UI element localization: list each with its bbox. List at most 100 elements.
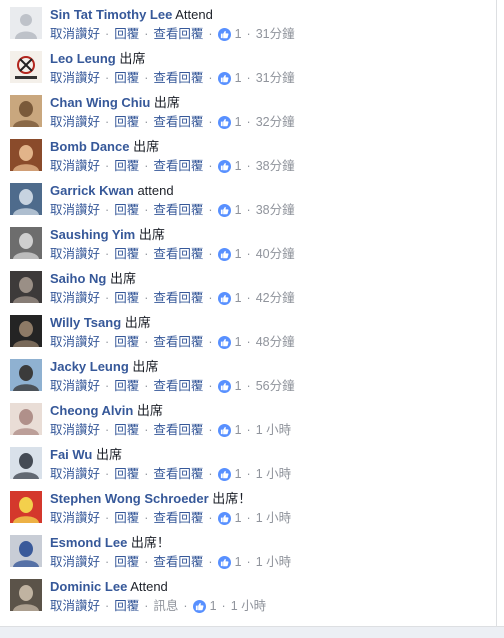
like-count-badge[interactable]: 1 [217,510,242,526]
comment-timestamp[interactable]: 1 小時 [256,422,291,438]
like-count-badge[interactable]: 1 [217,70,242,86]
like-count-badge[interactable]: 1 [217,422,242,438]
avatar[interactable] [10,579,42,611]
comment-author-link[interactable]: Willy Tsang [50,315,121,330]
view-replies-link[interactable]: 查看回覆 [153,70,203,86]
view-replies-link[interactable]: 查看回覆 [153,158,203,174]
comment-timestamp[interactable]: 1 小時 [256,554,291,570]
avatar[interactable] [10,359,42,391]
comment-author-link[interactable]: Esmond Lee [50,535,127,550]
avatar[interactable] [10,447,42,479]
unlike-link[interactable]: 取消讚好 [50,158,100,174]
comment-author-link[interactable]: Bomb Dance [50,139,129,154]
unlike-link[interactable]: 取消讚好 [50,202,100,218]
comment-author-link[interactable]: Saushing Yim [50,227,135,242]
reply-link[interactable]: 回覆 [114,114,139,130]
avatar[interactable] [10,51,42,83]
comment-timestamp[interactable]: 56分鐘 [256,378,295,394]
view-replies-link[interactable]: 查看回覆 [153,510,203,526]
comment-author-link[interactable]: Leo Leung [50,51,116,66]
comment-timestamp[interactable]: 1 小時 [256,466,291,482]
unlike-link[interactable]: 取消讚好 [50,70,100,86]
reply-link[interactable]: 回覆 [114,26,139,42]
like-count-badge[interactable]: 1 [217,158,242,174]
reply-link[interactable]: 回覆 [114,598,139,614]
view-replies-link[interactable]: 查看回覆 [153,26,203,42]
avatar[interactable] [10,183,42,215]
reply-link[interactable]: 回覆 [114,422,139,438]
view-replies-link[interactable]: 查看回覆 [153,202,203,218]
reply-link[interactable]: 回覆 [114,290,139,306]
reply-link[interactable]: 回覆 [114,378,139,394]
reply-link[interactable]: 回覆 [114,202,139,218]
view-replies-link[interactable]: 查看回覆 [153,334,203,350]
unlike-link[interactable]: 取消讚好 [50,26,100,42]
unlike-link[interactable]: 取消讚好 [50,334,100,350]
reply-link[interactable]: 回覆 [114,158,139,174]
view-replies-link[interactable]: 查看回覆 [153,290,203,306]
comment-author-link[interactable]: Chan Wing Chiu [50,95,150,110]
like-count-badge[interactable]: 1 [217,114,242,130]
comment-author-link[interactable]: Stephen Wong Schroeder [50,491,209,506]
like-count-badge[interactable]: 1 [217,378,242,394]
comment-timestamp[interactable]: 32分鐘 [256,114,295,130]
reply-link[interactable]: 回覆 [114,554,139,570]
comment-timestamp[interactable]: 38分鐘 [256,158,295,174]
comment-timestamp[interactable]: 31分鐘 [256,70,295,86]
avatar[interactable] [10,535,42,567]
comment-timestamp[interactable]: 40分鐘 [256,246,295,262]
comment-timestamp[interactable]: 1 小時 [256,510,291,526]
like-count-badge[interactable]: 1 [217,202,242,218]
view-replies-link[interactable]: 查看回覆 [153,246,203,262]
avatar[interactable] [10,491,42,523]
unlike-link[interactable]: 取消讚好 [50,510,100,526]
view-replies-link[interactable]: 查看回覆 [153,378,203,394]
view-replies-link[interactable]: 查看回覆 [153,114,203,130]
comment-author-link[interactable]: Jacky Leung [50,359,129,374]
comment-text: 出席 [132,359,159,374]
like-count-badge[interactable]: 1 [217,554,242,570]
message-link[interactable]: 訊息 [153,598,178,614]
like-count-badge[interactable]: 1 [217,466,242,482]
avatar[interactable] [10,139,42,171]
unlike-link[interactable]: 取消讚好 [50,290,100,306]
view-replies-link[interactable]: 查看回覆 [153,466,203,482]
reply-link[interactable]: 回覆 [114,466,139,482]
like-count: 1 [234,555,242,569]
view-replies-link[interactable]: 查看回覆 [153,554,203,570]
unlike-link[interactable]: 取消讚好 [50,466,100,482]
avatar[interactable] [10,315,42,347]
comment-timestamp[interactable]: 42分鐘 [256,290,295,306]
avatar[interactable] [10,7,42,39]
reply-link[interactable]: 回覆 [114,70,139,86]
view-replies-link[interactable]: 查看回覆 [153,422,203,438]
comment-timestamp[interactable]: 1 小時 [231,598,266,614]
comment-author-link[interactable]: Cheong Alvin [50,403,133,418]
like-count-badge[interactable]: 1 [217,246,242,262]
comment-author-link[interactable]: Saiho Ng [50,271,106,286]
unlike-link[interactable]: 取消讚好 [50,422,100,438]
comment-author-link[interactable]: Dominic Lee [50,579,127,594]
reply-link[interactable]: 回覆 [114,334,139,350]
avatar[interactable] [10,227,42,259]
unlike-link[interactable]: 取消讚好 [50,554,100,570]
unlike-link[interactable]: 取消讚好 [50,598,100,614]
unlike-link[interactable]: 取消讚好 [50,246,100,262]
avatar[interactable] [10,95,42,127]
like-count-badge[interactable]: 1 [192,598,217,614]
reply-link[interactable]: 回覆 [114,246,139,262]
comment-author-link[interactable]: Fai Wu [50,447,92,462]
like-count-badge[interactable]: 1 [217,334,242,350]
comment-timestamp[interactable]: 38分鐘 [256,202,295,218]
avatar[interactable] [10,271,42,303]
avatar[interactable] [10,403,42,435]
comment-timestamp[interactable]: 31分鐘 [256,26,295,42]
comment-author-link[interactable]: Garrick Kwan [50,183,134,198]
like-count-badge[interactable]: 1 [217,26,242,42]
comment-author-link[interactable]: Sin Tat Timothy Lee [50,7,172,22]
unlike-link[interactable]: 取消讚好 [50,114,100,130]
unlike-link[interactable]: 取消讚好 [50,378,100,394]
comment-timestamp[interactable]: 48分鐘 [256,334,295,350]
reply-link[interactable]: 回覆 [114,510,139,526]
like-count-badge[interactable]: 1 [217,290,242,306]
